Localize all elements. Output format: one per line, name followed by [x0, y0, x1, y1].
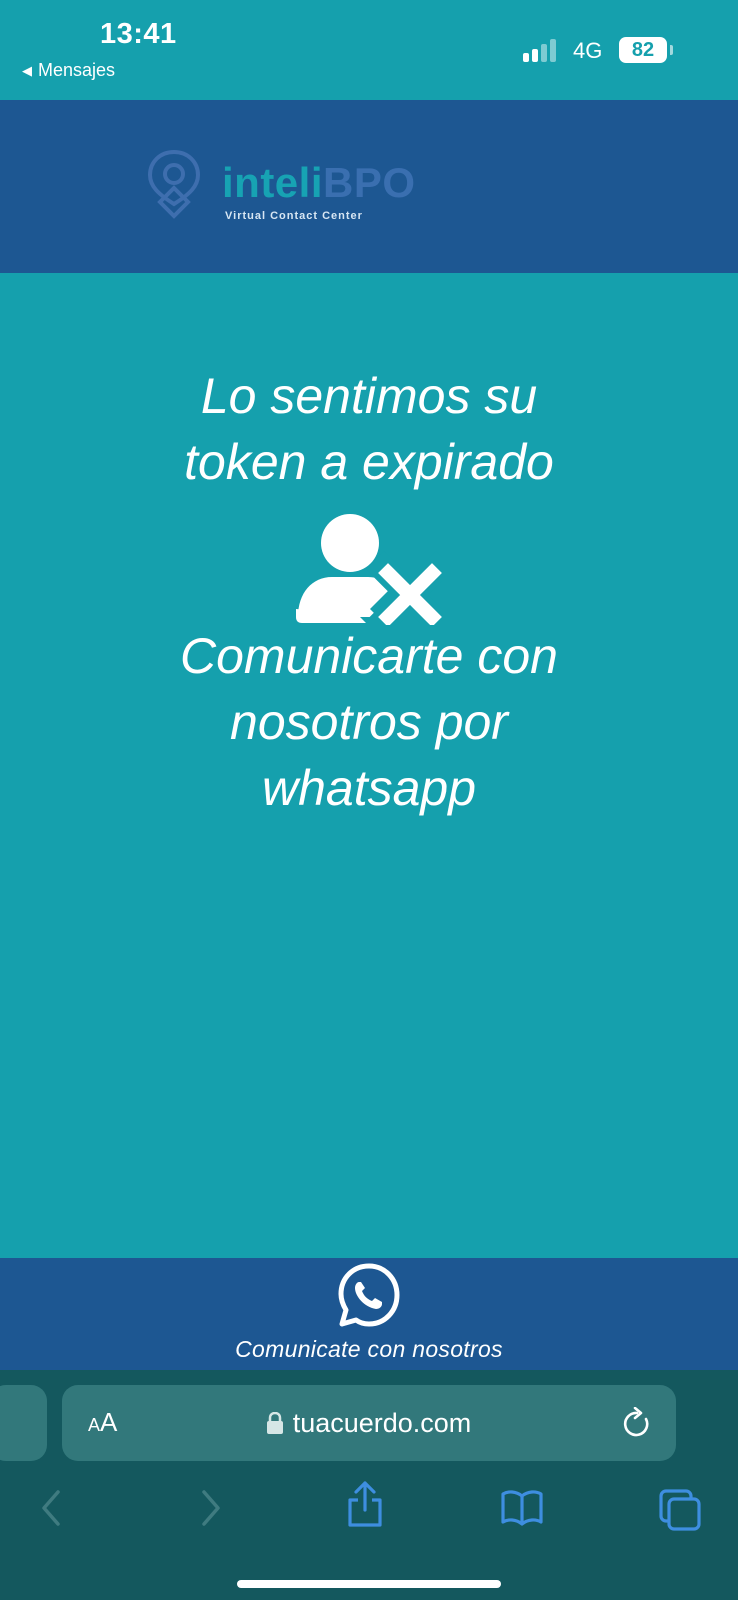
whatsapp-icon[interactable] [336, 1262, 402, 1328]
back-to-app-link[interactable]: ◀ Mensajes [22, 60, 115, 81]
reload-icon[interactable] [622, 1407, 652, 1439]
intelibpo-logo[interactable]: inteliBPO Virtual Contact Center [148, 148, 450, 228]
battery-level: 82 [631, 38, 655, 61]
contact-message: Comunicarte con nosotros por whatsapp [0, 623, 738, 821]
user-remove-icon [296, 514, 442, 625]
lock-icon [266, 1412, 283, 1434]
browser-toolbar [0, 1480, 738, 1550]
site-header: inteliBPO Virtual Contact Center [0, 100, 738, 273]
whatsapp-contact-footer[interactable]: Comunicate con nosotros [0, 1258, 738, 1370]
home-indicator[interactable] [237, 1580, 501, 1588]
location-pin-logo-icon [148, 149, 201, 219]
bookmarks-icon[interactable] [500, 1488, 544, 1528]
logo-subtitle: Virtual Contact Center [225, 210, 363, 222]
logo-word-inteli: inteli [222, 159, 324, 206]
status-bar: 13:41 ◀ Mensajes 4G 82 [0, 0, 738, 100]
forward-chevron-icon[interactable] [196, 1488, 226, 1528]
network-type: 4G [573, 38, 603, 63]
previous-tab-peek[interactable] [0, 1385, 47, 1461]
battery-cap [670, 45, 673, 55]
heading-line-1: Lo sentimos su [200, 368, 538, 424]
battery-icon: 82 [619, 37, 667, 63]
message-line-3: whatsapp [261, 760, 477, 816]
status-time: 13:41 [100, 18, 177, 50]
main-content: Lo sentimos su token a expirado Comunica… [0, 273, 738, 1258]
cellular-signal-icon [523, 38, 556, 62]
message-line-1: Comunicarte con [180, 628, 558, 684]
browser-chrome: AA tuacuerdo.com [0, 1370, 738, 1600]
logo-wordmark: inteliBPO [222, 162, 416, 204]
back-triangle-icon: ◀ [22, 62, 32, 78]
footer-contact-label[interactable]: Comunicate con nosotros [0, 1336, 738, 1363]
back-chevron-icon[interactable] [36, 1488, 66, 1528]
logo-word-bpo: BPO [323, 159, 416, 206]
url-text[interactable]: tuacuerdo.com [293, 1408, 472, 1439]
expired-token-heading: Lo sentimos su token a expirado [0, 363, 738, 495]
tabs-icon[interactable] [658, 1488, 702, 1532]
share-icon[interactable] [345, 1480, 385, 1528]
address-bar[interactable]: AA tuacuerdo.com [62, 1385, 676, 1461]
heading-line-2: token a expirado [184, 434, 554, 490]
message-line-2: nosotros por [230, 694, 508, 750]
back-app-label: Mensajes [38, 60, 116, 80]
